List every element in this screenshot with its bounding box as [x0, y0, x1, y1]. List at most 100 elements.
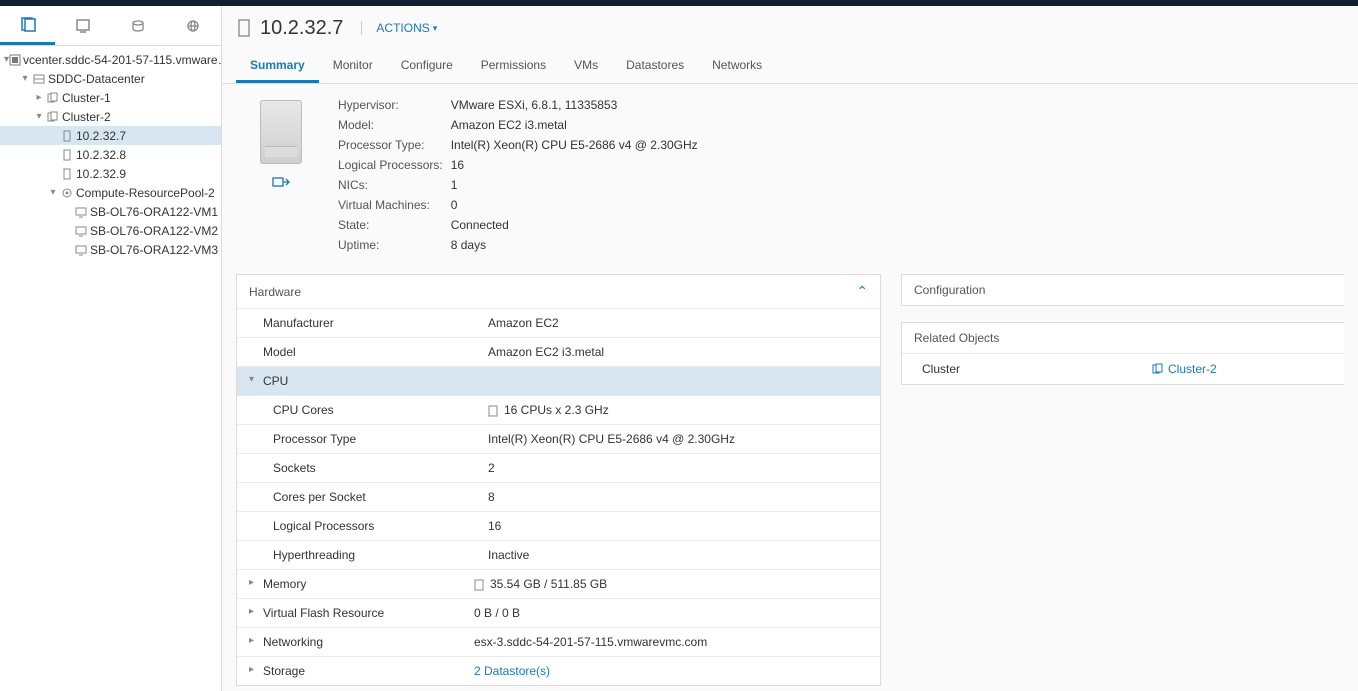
hw-model: Amazon EC2 i3.metal	[488, 345, 868, 359]
fact-uptime: 8 days	[451, 236, 704, 254]
resource-pool-icon	[60, 186, 74, 200]
tree-cluster-1[interactable]: ▸ Cluster-1	[0, 88, 221, 107]
datacenter-icon	[32, 72, 46, 86]
tab-permissions[interactable]: Permissions	[467, 50, 560, 83]
tab-configure[interactable]: Configure	[387, 50, 467, 83]
hardware-title: Hardware	[249, 285, 301, 299]
actions-label: ACTIONS	[376, 21, 429, 35]
chevron-down-icon: ▾	[433, 23, 438, 34]
host-icon	[60, 167, 74, 181]
hw-cpu-label: CPU	[263, 374, 488, 388]
tree-vcenter-label: vcenter.sddc-54-201-57-115.vmware…	[23, 53, 221, 67]
hw-storage-link[interactable]: 2 Datastore(s)	[474, 664, 868, 678]
tab-vms[interactable]: VMs	[560, 50, 612, 83]
hw-cpu-row[interactable]: ▾CPU	[237, 366, 880, 395]
tab-datastores[interactable]: Datastores	[612, 50, 698, 83]
host-icon	[60, 129, 74, 143]
network-icon-tab	[185, 18, 201, 34]
hw-vfr-row[interactable]: ▸Virtual Flash Resource0 B / 0 B	[237, 598, 880, 627]
configuration-title: Configuration	[914, 283, 985, 297]
fact-vms-label: Virtual Machines:	[338, 196, 449, 214]
fact-uptime-label: Uptime:	[338, 236, 449, 254]
tree-host-1-label: 10.2.32.7	[76, 129, 126, 143]
fact-state-label: State:	[338, 216, 449, 234]
hw-storage-row[interactable]: ▸Storage2 Datastore(s)	[237, 656, 880, 685]
hw-cores-socket: 8	[488, 490, 868, 504]
hw-memory: 35.54 GB / 511.85 GB	[474, 577, 868, 591]
tree-vm-2[interactable]: SB-OL76-ORA122-VM2	[0, 221, 221, 240]
vm-icon-tab	[75, 18, 91, 34]
summary-content: Hypervisor:VMware ESXi, 6.8.1, 11335853 …	[222, 84, 1358, 691]
tree-host-2[interactable]: 10.2.32.8	[0, 145, 221, 164]
tab-networks[interactable]: Networks	[698, 50, 776, 83]
tree-cluster-2[interactable]: ▾ Cluster-2	[0, 107, 221, 126]
page-header: 10.2.32.7 ACTIONS ▾	[222, 6, 1358, 50]
hardware-panel: Hardware ⌃ ManufacturerAmazon EC2 ModelA…	[236, 274, 881, 686]
vm-icon	[74, 243, 88, 257]
hw-logical-procs-label: Logical Processors	[263, 519, 488, 533]
hw-vfr: 0 B / 0 B	[474, 606, 868, 620]
related-objects-title: Related Objects	[914, 331, 999, 345]
tree-host-1[interactable]: 10.2.32.7	[0, 126, 221, 145]
tab-summary[interactable]: Summary	[236, 50, 319, 83]
hw-cpu-cores-label: CPU Cores	[263, 403, 488, 417]
tree-datacenter-label: SDDC-Datacenter	[48, 72, 145, 86]
sidebar-tab-vms[interactable]	[55, 6, 110, 45]
hw-model-label: Model	[263, 345, 488, 359]
tree-vm-1-label: SB-OL76-ORA122-VM1	[90, 205, 218, 219]
configuration-panel-header[interactable]: Configuration	[902, 275, 1344, 305]
actions-menu[interactable]: ACTIONS ▾	[361, 21, 437, 35]
inventory-tree: ▾ vcenter.sddc-54-201-57-115.vmware… ▾ S…	[0, 46, 221, 259]
cluster-icon	[46, 110, 60, 124]
fact-processor-type: Intel(R) Xeon(R) CPU E5-2686 v4 @ 2.30GH…	[451, 136, 704, 154]
fact-nics-label: NICs:	[338, 176, 449, 194]
fact-hypervisor: VMware ESXi, 6.8.1, 11335853	[451, 96, 704, 114]
hw-proc-type: Intel(R) Xeon(R) CPU E5-2686 v4 @ 2.30GH…	[488, 432, 868, 446]
fact-nics: 1	[451, 176, 704, 194]
hw-memory-label: Memory	[263, 577, 474, 591]
hw-networking-row[interactable]: ▸Networkingesx-3.sddc-54-201-57-115.vmwa…	[237, 627, 880, 656]
export-icon[interactable]	[272, 176, 290, 190]
chevron-up-icon: ⌃	[856, 283, 868, 300]
hardware-panel-header[interactable]: Hardware ⌃	[237, 275, 880, 308]
sidebar-tab-storage[interactable]	[111, 6, 166, 45]
hw-cores-socket-label: Cores per Socket	[263, 490, 488, 504]
hw-manufacturer: Amazon EC2	[488, 316, 868, 330]
hw-vfr-label: Virtual Flash Resource	[263, 606, 474, 620]
related-cluster-link[interactable]: Cluster-2	[1152, 362, 1217, 376]
hw-hyperthreading-label: Hyperthreading	[263, 548, 488, 562]
fact-processor-type-label: Processor Type:	[338, 136, 449, 154]
tree-vcenter[interactable]: ▾ vcenter.sddc-54-201-57-115.vmware…	[0, 50, 221, 69]
server-graphic-icon	[260, 100, 302, 164]
hw-sockets: 2	[488, 461, 868, 475]
fact-model-label: Model:	[338, 116, 449, 134]
host-image	[236, 94, 326, 256]
main-content: 10.2.32.7 ACTIONS ▾ Summary Monitor Conf…	[222, 6, 1358, 691]
configuration-panel: Configuration	[901, 274, 1344, 306]
sidebar-tab-networks[interactable]	[166, 6, 221, 45]
tab-monitor[interactable]: Monitor	[319, 50, 387, 83]
datastore-icon-tab	[130, 18, 146, 34]
sidebar-tab-hosts[interactable]	[0, 6, 55, 45]
vm-icon	[74, 224, 88, 238]
tree-cluster-2-label: Cluster-2	[62, 110, 111, 124]
related-cluster-label: Cluster	[922, 362, 1152, 376]
vcenter-icon	[9, 53, 21, 67]
tree-host-3[interactable]: 10.2.32.9	[0, 164, 221, 183]
hw-sockets-label: Sockets	[263, 461, 488, 475]
tree-resource-pool[interactable]: ▾ Compute-ResourcePool-2	[0, 183, 221, 202]
cluster-icon	[46, 91, 60, 105]
hw-logical-procs: 16	[488, 519, 868, 533]
hw-proc-type-label: Processor Type	[263, 432, 488, 446]
tree-vm-3[interactable]: SB-OL76-ORA122-VM3	[0, 240, 221, 259]
hw-hyperthreading: Inactive	[488, 548, 868, 562]
vm-icon	[74, 205, 88, 219]
tree-datacenter[interactable]: ▾ SDDC-Datacenter	[0, 69, 221, 88]
tree-vm-2-label: SB-OL76-ORA122-VM2	[90, 224, 218, 238]
host-icon	[60, 148, 74, 162]
tree-vm-1[interactable]: SB-OL76-ORA122-VM1	[0, 202, 221, 221]
detail-tabs: Summary Monitor Configure Permissions VM…	[222, 50, 1358, 84]
hw-memory-row[interactable]: ▸Memory35.54 GB / 511.85 GB	[237, 569, 880, 598]
fact-logical-processors: 16	[451, 156, 704, 174]
hw-manufacturer-label: Manufacturer	[263, 316, 488, 330]
